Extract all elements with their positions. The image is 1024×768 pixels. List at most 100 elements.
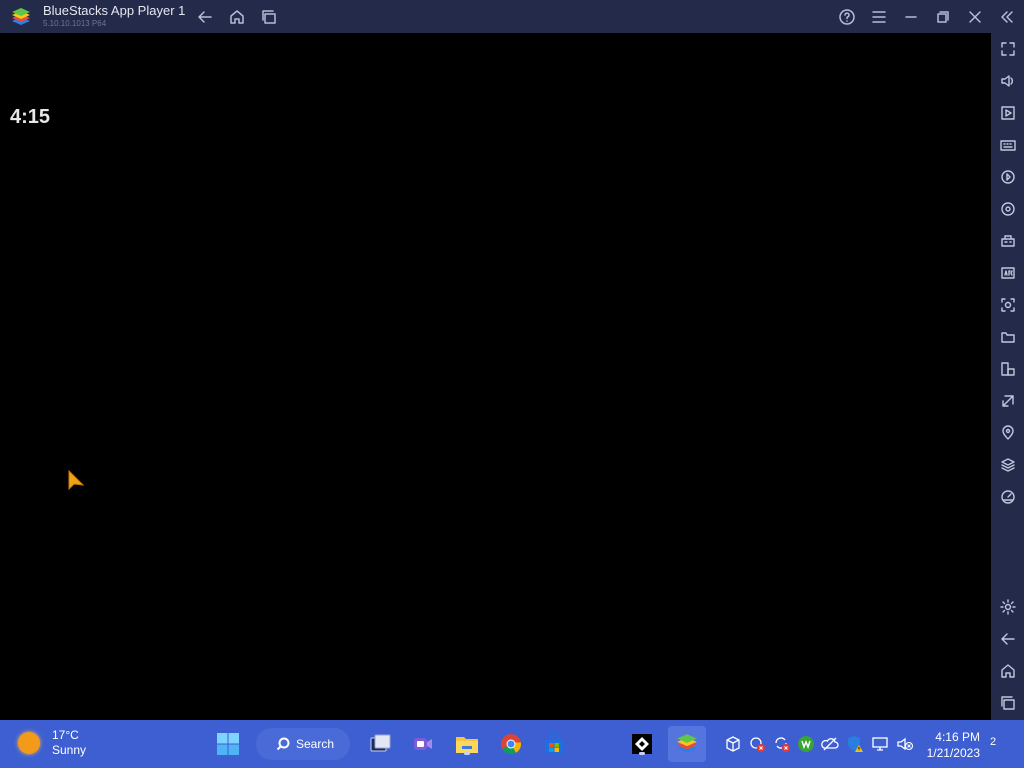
system-clock[interactable]: 4:16 PM 1/21/2023	[924, 729, 980, 761]
sidebar-item-layers[interactable]	[996, 453, 1020, 477]
title-block: BlueStacks App Player 1 5.10.10.1013 P64	[43, 4, 185, 30]
android-clock: 4:15	[10, 106, 51, 128]
sidebar-item-settings[interactable]	[996, 595, 1020, 619]
notification-count[interactable]: 2	[990, 736, 996, 748]
sidebar-item-install-apk[interactable]	[996, 261, 1020, 285]
task-view-icon	[370, 734, 391, 752]
system-date: 1/21/2023	[926, 746, 980, 760]
sidebar-item-game-controls[interactable]	[996, 229, 1020, 253]
menu-button[interactable]	[867, 5, 891, 29]
weather-temperature: 17°C	[52, 728, 79, 742]
tray-defender-warning-icon[interactable]	[846, 735, 864, 753]
install-apk-icon	[1001, 267, 1015, 279]
bluestacks-window: BlueStacks App Player 1 5.10.10.1013 P64	[0, 0, 1024, 720]
running-indicator	[464, 752, 470, 755]
sync-icon	[1001, 202, 1015, 216]
android-screen[interactable]: 4:15	[0, 33, 991, 720]
chrome-button[interactable]	[497, 730, 525, 758]
macro-recorder-icon	[1001, 170, 1015, 184]
file-explorer-button[interactable]	[453, 730, 481, 758]
volume-icon	[1001, 75, 1013, 87]
task-view-button[interactable]	[366, 730, 394, 758]
home-icon	[230, 10, 244, 24]
home-icon	[1001, 664, 1015, 678]
sidebar-item-eco-mode[interactable]	[996, 389, 1020, 413]
media-manager-icon	[1001, 106, 1015, 120]
tray-box-icon[interactable]	[724, 735, 742, 753]
sidebar-item-keyboard[interactable]	[996, 133, 1020, 157]
microsoft-store-icon	[545, 732, 563, 753]
recent-apps-button[interactable]	[257, 5, 281, 29]
sidebar-item-performance[interactable]	[996, 485, 1020, 509]
tray-network-error-icon[interactable]	[748, 735, 766, 753]
search-label: Search	[296, 737, 335, 751]
settings-icon	[1000, 599, 1016, 615]
help-icon	[839, 9, 855, 25]
mouse-cursor-icon	[68, 469, 85, 491]
sidebar-item-multi-instance[interactable]	[996, 357, 1020, 381]
search-icon	[276, 737, 290, 751]
recent-apps-icon	[1001, 696, 1015, 710]
window-title: BlueStacks App Player 1	[43, 3, 186, 18]
bluestacks-icon	[677, 734, 697, 753]
store-button[interactable]	[540, 730, 568, 758]
sidebar-item-sync[interactable]	[996, 197, 1020, 221]
keyboard-controls-icon	[1000, 140, 1016, 151]
collapse-sidebar-button[interactable]	[995, 5, 1019, 29]
sidebar-item-recent-apps[interactable]	[996, 691, 1020, 715]
collapse-sidebar-icon	[1001, 11, 1013, 23]
sidebar-item-fullscreen[interactable]	[996, 37, 1020, 61]
restore-button[interactable]	[931, 5, 955, 29]
close-icon	[969, 11, 981, 23]
menu-icon	[872, 11, 886, 23]
tray-display-icon[interactable]	[871, 735, 889, 753]
minimize-icon	[905, 16, 917, 18]
minimize-button[interactable]	[899, 5, 923, 29]
game-controls-icon	[1001, 235, 1015, 247]
weather-widget[interactable]: 17°C Sunny	[18, 728, 86, 758]
close-button[interactable]	[963, 5, 987, 29]
folder-icon	[1001, 332, 1015, 343]
chrome-icon	[501, 734, 522, 755]
eco-mode-icon	[1002, 395, 1014, 407]
app-button[interactable]	[628, 730, 656, 758]
performance-icon	[1001, 490, 1015, 504]
screenshot-icon	[1001, 298, 1015, 312]
sidebar-item-home[interactable]	[996, 659, 1020, 683]
restore-icon	[937, 11, 949, 23]
bluestacks-logo-icon	[12, 8, 30, 25]
teams-chat-button[interactable]	[409, 730, 437, 758]
tray-torrent-icon[interactable]	[797, 735, 815, 753]
tray-onedrive-icon[interactable]	[821, 735, 839, 753]
back-button[interactable]	[193, 5, 217, 29]
tray-sync-error-icon[interactable]	[773, 735, 791, 753]
running-indicator	[639, 752, 645, 755]
back-icon	[198, 11, 212, 23]
sidebar-item-macro[interactable]	[996, 165, 1020, 189]
system-time: 4:16 PM	[935, 730, 980, 744]
sidebar-item-location[interactable]	[996, 421, 1020, 445]
tray-volume-muted-icon[interactable]	[896, 735, 914, 753]
sidebar-item-media-manager[interactable]	[996, 101, 1020, 125]
teams-chat-icon	[414, 738, 432, 750]
version-label: 5.10.10.1013 P64	[43, 19, 107, 28]
title-bar[interactable]: BlueStacks App Player 1 5.10.10.1013 P64	[0, 0, 1024, 33]
layers-icon	[1001, 458, 1015, 472]
start-button[interactable]	[214, 730, 242, 758]
recent-apps-icon	[262, 10, 276, 24]
location-icon	[1002, 425, 1014, 440]
sun-icon	[18, 732, 40, 754]
sidebar-item-screenshot[interactable]	[996, 293, 1020, 317]
windows-start-icon	[217, 733, 239, 755]
taskbar-search[interactable]: Search	[256, 728, 350, 760]
fullscreen-icon	[1001, 42, 1015, 56]
sidebar-item-back[interactable]	[996, 627, 1020, 651]
home-button[interactable]	[225, 5, 249, 29]
sidebar-item-volume[interactable]	[996, 69, 1020, 93]
weather-condition: Sunny	[52, 743, 87, 757]
windows-taskbar: 17°C Sunny Search 4:16 PM 1/21/2023 2	[0, 720, 1024, 768]
help-button[interactable]	[835, 5, 859, 29]
bluestacks-taskbar-button[interactable]	[668, 726, 706, 762]
back-icon	[1001, 633, 1015, 645]
sidebar-item-folder[interactable]	[996, 325, 1020, 349]
